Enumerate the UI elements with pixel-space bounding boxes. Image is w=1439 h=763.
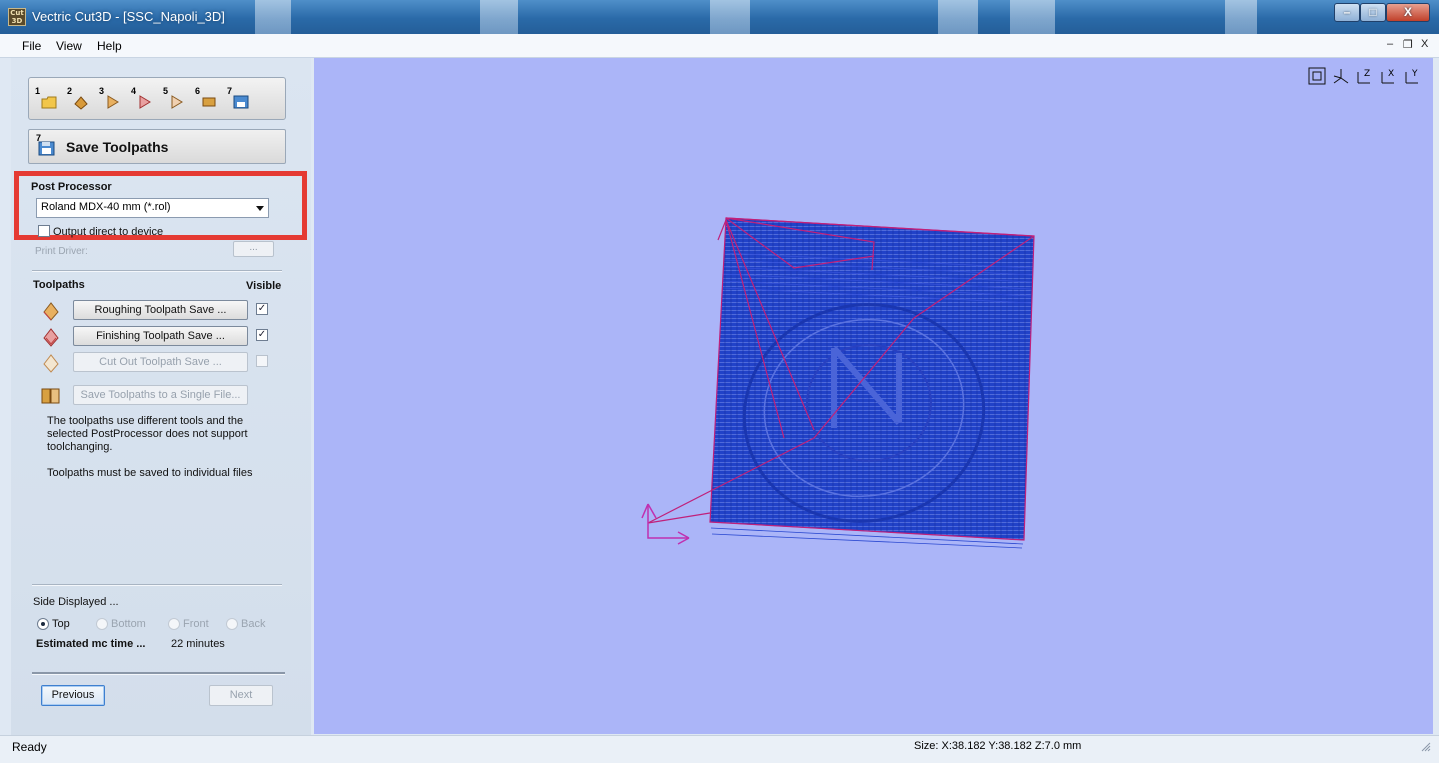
app-icon: Cut 3D: [8, 8, 26, 26]
roughing-toolpath-icon: [43, 302, 59, 321]
post-processor-value: Roland MDX-40 mm (*.rol): [41, 201, 171, 213]
previous-button[interactable]: Previous: [41, 685, 105, 706]
mdi-close-button[interactable]: X: [1421, 38, 1428, 50]
cut-out-toolpath-icon: [43, 354, 59, 373]
side-back-label: Back: [241, 618, 266, 630]
save-all-toolpaths-icon: [41, 388, 60, 404]
taskbar-thumbnail: [938, 0, 978, 34]
divider: [32, 270, 282, 272]
side-bottom-radio[interactable]: [96, 618, 108, 630]
step-number: 7: [36, 133, 42, 143]
roughing-visible-checkbox[interactable]: ✓: [256, 303, 268, 315]
side-top-label: Top: [52, 618, 70, 630]
step-3-icon[interactable]: 3: [99, 86, 123, 112]
mdi-minimize-button[interactable]: –: [1387, 38, 1393, 50]
taskbar-thumbnail: [710, 0, 750, 34]
taskbar-thumbnail: [255, 0, 291, 34]
menu-view[interactable]: View: [56, 39, 82, 53]
save-single-file-button[interactable]: Save Toolpaths to a Single File...: [73, 385, 248, 405]
maximize-button[interactable]: □: [1360, 3, 1386, 22]
chevron-down-icon: [256, 206, 264, 211]
step-7-save-icon[interactable]: 7: [227, 86, 251, 112]
individual-files-info: Toolpaths must be saved to individual fi…: [47, 467, 253, 479]
print-driver-label: Print Driver:: [35, 246, 88, 257]
status-text: Ready: [12, 740, 47, 754]
divider: [32, 672, 285, 675]
close-button[interactable]: X: [1386, 3, 1430, 22]
next-button[interactable]: Next: [209, 685, 273, 706]
estimated-time-value: 22 minutes: [171, 638, 225, 650]
resize-grip-icon[interactable]: [1421, 742, 1431, 752]
toolpath-preview: [641, 217, 1035, 549]
step-1-open-icon[interactable]: 1: [35, 86, 59, 112]
output-direct-checkbox[interactable]: [38, 225, 50, 237]
taskbar-thumbnail: [1010, 0, 1055, 34]
save-toolpaths-header: 7 Save Toolpaths: [28, 129, 286, 164]
side-top-radio[interactable]: [37, 618, 49, 630]
roughing-toolpath-save-button[interactable]: Roughing Toolpath Save ...: [73, 300, 248, 320]
side-displayed-label: Side Displayed ...: [33, 596, 119, 608]
title-bar: Cut 3D Vectric Cut3D - [SSC_Napoli_3D] –…: [0, 0, 1439, 34]
step-number: 6: [195, 86, 201, 96]
step-number: 2: [67, 86, 73, 96]
model-size-readout: Size: X:38.182 Y:38.182 Z:7.0 mm: [914, 740, 1082, 752]
step-toolbar: 1 2 3 4 5 6 7: [28, 77, 286, 120]
visible-header: Visible: [246, 280, 282, 292]
taskbar-thumbnail: [1225, 0, 1257, 34]
origin-axes: [641, 503, 690, 545]
estimated-time-label: Estimated mc time ...: [36, 638, 146, 650]
cut-out-toolpath-save-button[interactable]: Cut Out Toolpath Save ...: [73, 352, 248, 372]
tool-change-info: The toolpaths use different tools and th…: [47, 415, 248, 453]
step-4-icon[interactable]: 4: [131, 86, 155, 112]
taskbar-thumbnail: [480, 0, 518, 34]
toolpaths-header: Toolpaths: [33, 279, 85, 291]
step-2-icon[interactable]: 2: [67, 86, 91, 112]
menu-file[interactable]: File: [22, 39, 41, 53]
mdi-restore-button[interactable]: ❐: [1403, 38, 1413, 51]
finishing-toolpath-icon: [43, 328, 59, 347]
status-bar: Ready Size: X:38.182 Y:38.182 Z:7.0 mm: [0, 735, 1439, 763]
minimize-button[interactable]: –: [1334, 3, 1360, 22]
post-processor-dropdown[interactable]: Roland MDX-40 mm (*.rol): [36, 198, 269, 218]
step-number: 7: [227, 86, 233, 96]
left-panel: 1 2 3 4 5 6 7 7 Save Toolpaths Post Proc…: [11, 58, 311, 735]
post-processor-label: Post Processor: [31, 181, 112, 193]
step-number: 3: [99, 86, 105, 96]
cut-out-visible-checkbox[interactable]: [256, 355, 268, 367]
side-bottom-label: Bottom: [111, 618, 146, 630]
menu-help[interactable]: Help: [97, 39, 122, 53]
step-number: 1: [35, 86, 41, 96]
side-front-label: Front: [183, 618, 209, 630]
print-driver-browse-button[interactable]: ...: [233, 241, 274, 257]
divider: [32, 584, 282, 586]
side-front-radio[interactable]: [168, 618, 180, 630]
3d-viewport[interactable]: Z X Y: [314, 58, 1433, 734]
step-6-icon[interactable]: 6: [195, 86, 219, 112]
finishing-visible-checkbox[interactable]: ✓: [256, 329, 268, 341]
side-back-radio[interactable]: [226, 618, 238, 630]
window-title: Vectric Cut3D - [SSC_Napoli_3D]: [32, 9, 225, 24]
step-number: 5: [163, 86, 169, 96]
menu-bar: File View Help – ❐ X: [0, 34, 1439, 58]
step-number: 4: [131, 86, 137, 96]
output-direct-label: Output direct to device: [53, 226, 164, 238]
panel-title: Save Toolpaths: [66, 139, 169, 155]
step-5-icon[interactable]: 5: [163, 86, 187, 112]
finishing-toolpath-save-button[interactable]: Finishing Toolpath Save ...: [73, 326, 248, 346]
